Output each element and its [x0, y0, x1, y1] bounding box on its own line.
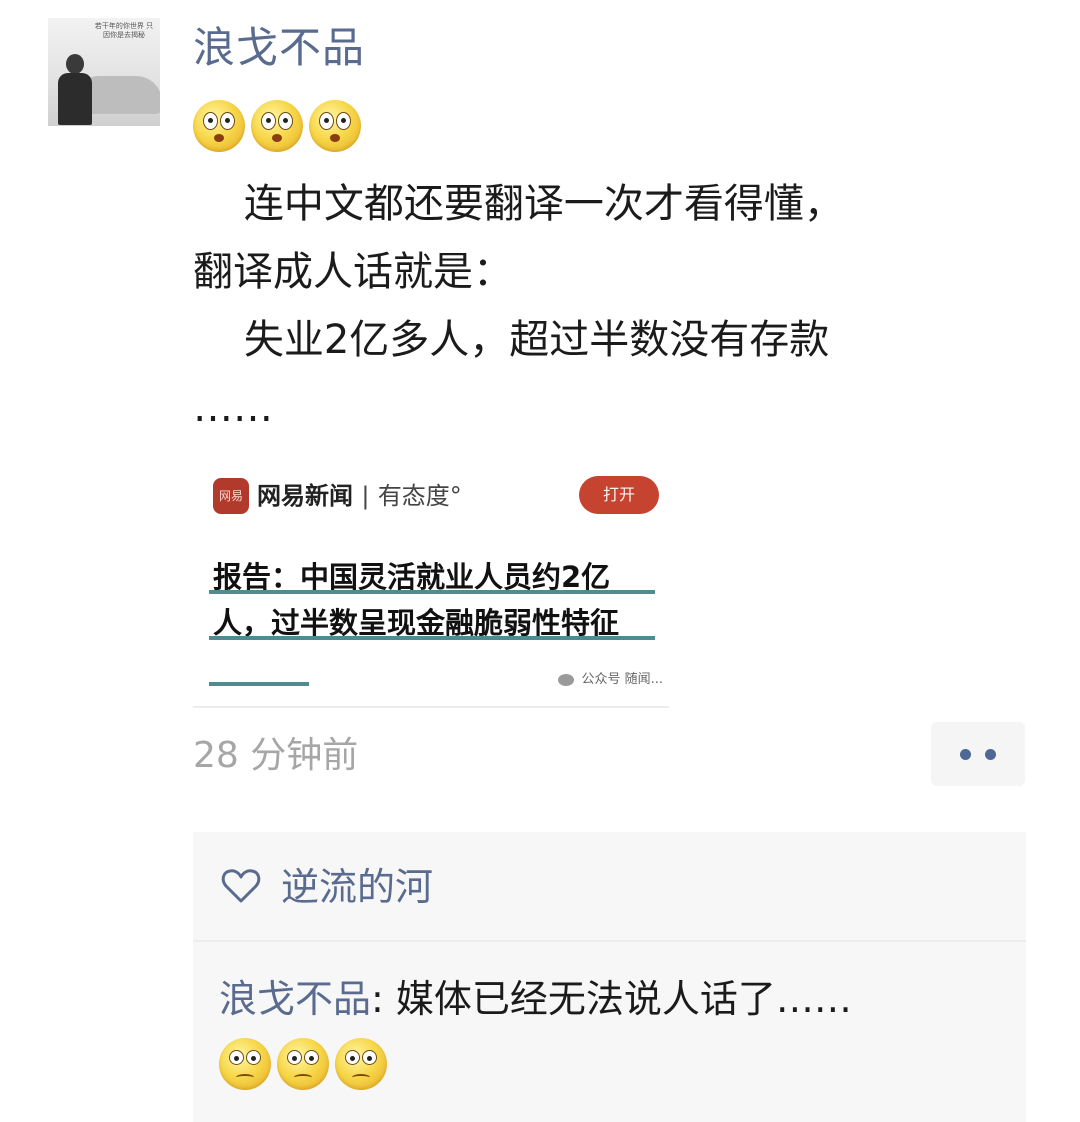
worried-emoji [219, 1038, 271, 1090]
blank-stare-emoji [309, 100, 361, 152]
headline-underline [209, 590, 655, 594]
worried-emoji [277, 1038, 329, 1090]
comment-author[interactable]: 浪戈不品 [219, 977, 371, 1021]
more-options-button[interactable] [931, 722, 1025, 786]
source-name: 随闻... [624, 672, 663, 687]
comment-text: 媒体已经无法说人话了…… [395, 977, 852, 1021]
wechat-icon [558, 673, 575, 686]
dot-icon [960, 748, 971, 760]
open-app-button[interactable]: 打开 [579, 476, 659, 514]
post-text-line: 翻译成人话就是： [193, 249, 513, 295]
brand-separator: | [361, 482, 370, 510]
post-username[interactable]: 浪戈不品 [193, 22, 365, 74]
post-timestamp: 28 分钟前 [193, 735, 359, 776]
comment-separator: : [371, 977, 396, 1021]
shared-news-card[interactable]: 网易 网易新闻 | 有态度° 打开 报告：中国灵活就业人员约2亿人，过半数呈现金… [193, 458, 669, 708]
avatar-person-body [58, 73, 92, 125]
worried-emoji [335, 1038, 387, 1090]
post-body-text: 连中文都还要翻译一次才看得懂， 翻译成人话就是： 失业2亿多人，超过半数没有存款… [193, 170, 1023, 442]
blank-stare-emoji [251, 100, 303, 152]
card-headline[interactable]: 报告：中国灵活就业人员约2亿人，过半数呈现金融脆弱性特征 [213, 554, 653, 646]
avatar-car-shape [80, 76, 160, 114]
netease-logo-icon: 网易 [213, 478, 249, 514]
brand-slogan: 有态度° [377, 482, 462, 510]
source-label: 公众号 [581, 672, 621, 687]
user-avatar[interactable]: 若干年的你世界 只因你是去揭秘 [48, 18, 160, 126]
post-text-line: 连中文都还要翻译一次才看得懂， [193, 181, 844, 227]
post-text-line: …… [193, 385, 273, 431]
liker-name[interactable]: 逆流的河 [281, 862, 433, 912]
comment-item[interactable]: 浪戈不品: 媒体已经无法说人话了…… [219, 972, 1009, 1026]
post-text-line: 失业2亿多人，超过半数没有存款 [193, 317, 830, 363]
dot-icon [985, 748, 996, 760]
likes-row: 逆流的河 [193, 832, 1026, 942]
comment-emoji-row [219, 1038, 387, 1090]
heart-outline-icon [221, 869, 261, 903]
interaction-panel: 逆流的河 浪戈不品: 媒体已经无法说人话了…… [193, 832, 1026, 1122]
brand-name: 网易新闻 [257, 482, 353, 510]
card-brand: 网易新闻 | 有态度° [257, 478, 462, 514]
card-source: 公众号 随闻... [558, 668, 663, 687]
post-emoji-row [193, 100, 361, 152]
headline-underline [209, 682, 309, 686]
headline-underline [209, 636, 655, 640]
avatar-person-head [66, 54, 84, 74]
blank-stare-emoji [193, 100, 245, 152]
avatar-caption: 若干年的你世界 只因你是去揭秘 [94, 22, 154, 39]
